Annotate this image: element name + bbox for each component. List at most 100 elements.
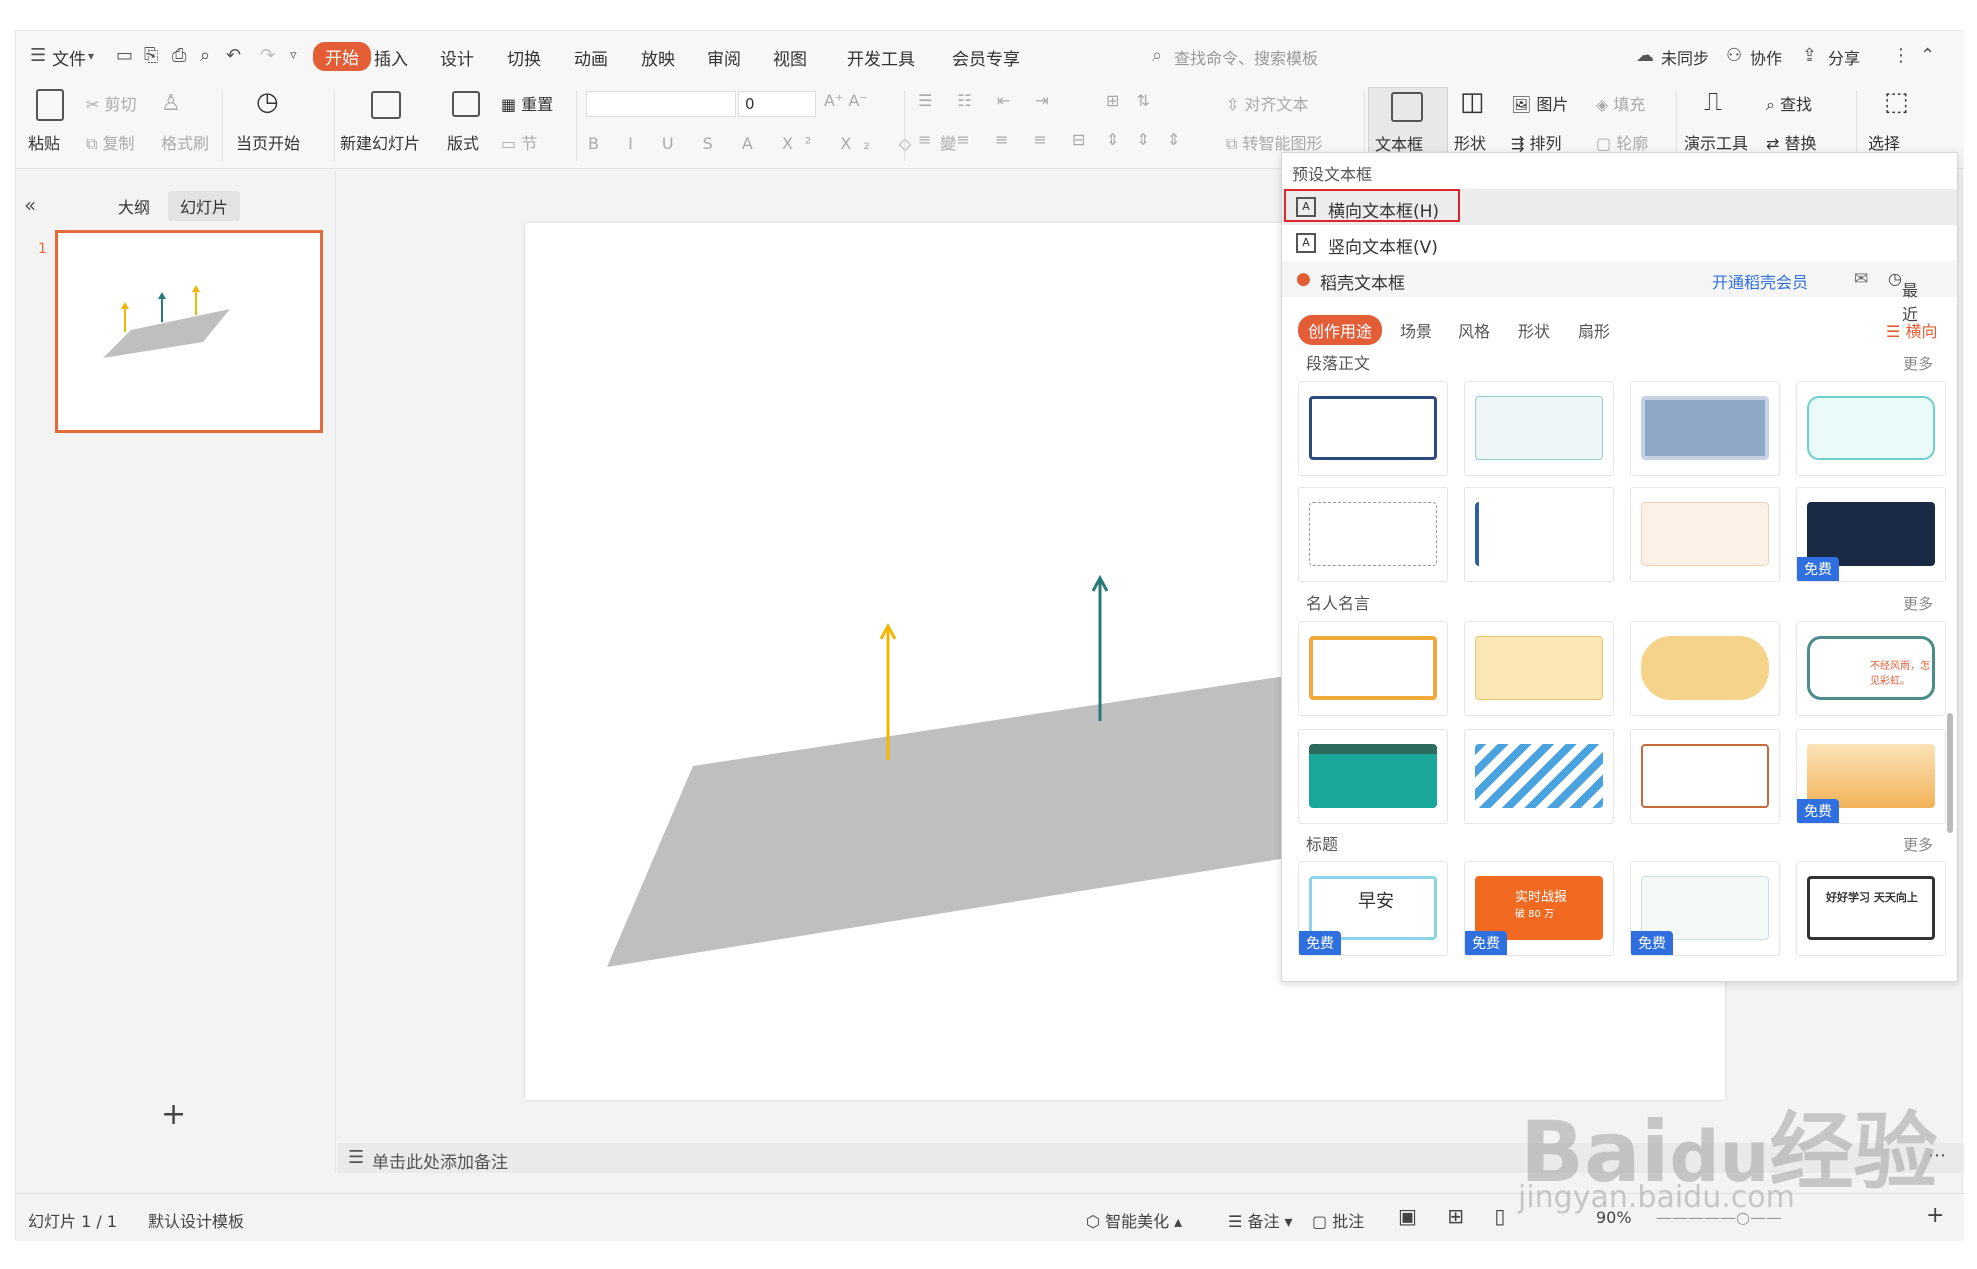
design-template[interactable]: 默认设计模板 bbox=[148, 1208, 244, 1232]
template-card[interactable]: 免费 bbox=[1630, 861, 1780, 956]
chip-shape[interactable]: 形状 bbox=[1518, 318, 1550, 342]
slide-thumbnail[interactable] bbox=[55, 230, 323, 433]
feedback-icon[interactable]: ✉ bbox=[1854, 269, 1868, 289]
collapse-ribbon-icon[interactable]: ⌃ bbox=[1920, 45, 1935, 66]
layout-button[interactable]: 版式 bbox=[447, 130, 479, 154]
template-card[interactable] bbox=[1630, 621, 1780, 716]
line-spacing-buttons[interactable]: ⇕ ⇕ ⇕ bbox=[1106, 130, 1186, 149]
tab-animations[interactable]: 动画 bbox=[574, 45, 608, 70]
template-card[interactable] bbox=[1630, 381, 1780, 476]
smart-beautify-button[interactable]: ⬡ 智能美化 ▴ bbox=[1086, 1208, 1182, 1232]
template-card[interactable] bbox=[1464, 381, 1614, 476]
export-icon[interactable]: ⎘ bbox=[144, 45, 158, 66]
chevron-down-icon[interactable]: ▾ bbox=[88, 49, 94, 63]
print-preview-icon[interactable]: ⌕ bbox=[200, 45, 210, 66]
collaborate-button[interactable]: 协作 bbox=[1750, 45, 1782, 69]
vertical-textbox-item[interactable]: A 竖向文本框(V) bbox=[1282, 225, 1957, 261]
more-options-icon[interactable]: ⋮ bbox=[1892, 45, 1910, 66]
align-text-button[interactable]: ⇳ 对齐文本 bbox=[1226, 91, 1309, 115]
open-member-link[interactable]: 开通稻壳会员 bbox=[1712, 269, 1808, 293]
template-card[interactable]: 不经风雨，怎见彩虹。 bbox=[1796, 621, 1946, 716]
font-style-buttons[interactable]: B I U S A X² X₂ ◇ 變 bbox=[588, 130, 968, 154]
font-grow-icon[interactable]: A⁺ A⁻ bbox=[824, 91, 868, 110]
file-menu[interactable]: 文件 bbox=[52, 45, 86, 70]
print-icon[interactable]: ⎙ bbox=[172, 45, 186, 66]
outline-button[interactable]: ▢ 轮廓 bbox=[1596, 130, 1648, 154]
hamburger-menu-icon[interactable]: ☰ bbox=[30, 45, 46, 66]
template-card[interactable] bbox=[1464, 621, 1614, 716]
play-from-current-button[interactable]: 当页开始 bbox=[236, 130, 300, 154]
select-button[interactable]: 选择 bbox=[1868, 130, 1900, 154]
tab-insert[interactable]: 插入 bbox=[374, 45, 408, 70]
reset-button[interactable]: ▦ 重置 bbox=[501, 91, 553, 115]
template-card[interactable]: 免费 bbox=[1796, 729, 1946, 824]
redo-icon[interactable]: ↷ bbox=[260, 45, 275, 66]
template-card[interactable] bbox=[1464, 729, 1614, 824]
chip-scene[interactable]: 场景 bbox=[1400, 318, 1432, 342]
new-slide-button[interactable]: 新建幻灯片 bbox=[340, 130, 420, 154]
template-card[interactable] bbox=[1298, 729, 1448, 824]
tab-slideshow[interactable]: 放映 bbox=[641, 45, 675, 70]
template-card[interactable]: 实时战报破 80 万免费 bbox=[1464, 861, 1614, 956]
tab-design[interactable]: 设计 bbox=[440, 45, 474, 70]
paste-button[interactable]: 粘贴 bbox=[28, 130, 60, 154]
collapse-pane-icon[interactable]: « bbox=[24, 193, 36, 217]
copy-button[interactable]: ⧉ 复制 bbox=[86, 130, 135, 154]
template-card[interactable] bbox=[1298, 621, 1448, 716]
chip-fan[interactable]: 扇形 bbox=[1578, 318, 1610, 342]
template-card[interactable] bbox=[1464, 487, 1614, 582]
cut-button[interactable]: ✂ 剪切 bbox=[86, 91, 137, 115]
tab-home[interactable]: 开始 bbox=[313, 42, 371, 71]
more-link-titles[interactable]: 更多 bbox=[1903, 834, 1933, 855]
font-size-select[interactable]: 0 bbox=[738, 91, 816, 117]
template-card[interactable] bbox=[1630, 487, 1780, 582]
template-card[interactable]: 免费 bbox=[1796, 487, 1946, 582]
list-buttons[interactable]: ☰ ☷ ⇤ ⇥ bbox=[918, 91, 1059, 110]
tab-transitions[interactable]: 切换 bbox=[507, 45, 541, 70]
template-card[interactable] bbox=[1298, 487, 1448, 582]
undo-icon[interactable]: ↶ bbox=[226, 45, 241, 66]
convert-smartart-button[interactable]: ⧉ 转智能图形 bbox=[1226, 130, 1323, 154]
tab-member[interactable]: 会员专享 bbox=[952, 45, 1020, 70]
sync-status[interactable]: 未同步 bbox=[1661, 45, 1709, 69]
template-card[interactable]: 好好学习 天天向上 bbox=[1796, 861, 1946, 956]
shape-button[interactable]: 形状 bbox=[1454, 130, 1486, 154]
replace-button[interactable]: ⇄ 替换 bbox=[1766, 130, 1817, 154]
font-family-select[interactable] bbox=[586, 91, 736, 117]
dropdown-scrollbar[interactable] bbox=[1947, 713, 1953, 833]
arrange-button[interactable]: ⇶ 排列 bbox=[1511, 130, 1562, 154]
recent-button[interactable]: ◷ 最近 bbox=[1888, 269, 1918, 324]
text-direction-buttons[interactable]: ⊞ ⇅ bbox=[1106, 91, 1156, 110]
presenter-tools-button[interactable]: 演示工具 bbox=[1684, 130, 1748, 154]
more-link-quotes[interactable]: 更多 bbox=[1903, 593, 1933, 614]
template-card[interactable]: 早安 免费 bbox=[1298, 861, 1448, 956]
template-card[interactable] bbox=[1298, 381, 1448, 476]
horizontal-textbox-item[interactable]: A 横向文本框(H) bbox=[1282, 189, 1957, 225]
notes-toggle-button[interactable]: ☰ 备注 ▾ bbox=[1228, 1208, 1293, 1232]
tab-outline[interactable]: 大纲 bbox=[106, 191, 162, 221]
paragraph-align-buttons[interactable]: ≡ ≡ ≡ ≡ ⊟ bbox=[918, 130, 1095, 149]
paste-icon[interactable] bbox=[36, 89, 64, 121]
find-button[interactable]: ⌕ 查找 bbox=[1766, 91, 1812, 115]
save-icon[interactable]: ▭ bbox=[116, 45, 133, 66]
add-slide-button[interactable]: + bbox=[161, 1097, 186, 1132]
tab-view[interactable]: 视图 bbox=[773, 45, 807, 70]
chip-purpose[interactable]: 创作用途 bbox=[1298, 315, 1383, 345]
orientation-toggle[interactable]: ☰ 横向 bbox=[1886, 318, 1937, 342]
template-card[interactable] bbox=[1630, 729, 1780, 824]
gray-parallelogram-shape[interactable] bbox=[607, 673, 1305, 967]
picture-button[interactable]: 🖼 图片 bbox=[1511, 91, 1568, 115]
chip-style[interactable]: 风格 bbox=[1458, 318, 1490, 342]
more-link-paragraph[interactable]: 更多 bbox=[1903, 353, 1933, 374]
format-painter-button[interactable]: 格式刷 bbox=[161, 130, 209, 154]
zoom-in-icon[interactable]: + bbox=[1926, 1203, 1944, 1228]
view-mode-buttons[interactable]: ▣ ⊞ ▯ bbox=[1398, 1204, 1517, 1228]
tab-slides[interactable]: 幻灯片 bbox=[168, 191, 241, 221]
command-search-input[interactable]: 查找命令、搜索模板 bbox=[1174, 45, 1318, 69]
template-card[interactable] bbox=[1796, 381, 1946, 476]
share-button[interactable]: 分享 bbox=[1828, 45, 1860, 69]
tab-developer[interactable]: 开发工具 bbox=[847, 45, 915, 70]
section-button[interactable]: ▭ 节 bbox=[501, 130, 537, 154]
quick-access-dropdown-icon[interactable]: ▿ bbox=[290, 48, 297, 63]
comments-button[interactable]: ▢ 批注 bbox=[1312, 1208, 1364, 1232]
